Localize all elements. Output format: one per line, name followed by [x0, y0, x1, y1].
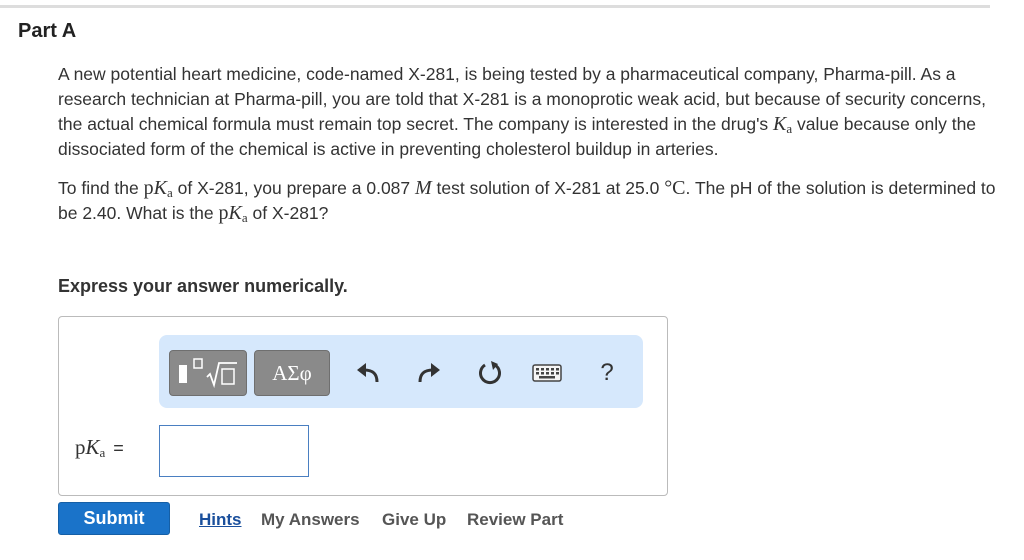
temperature-unit: °C: [664, 177, 686, 199]
answer-instruction: Express your answer numerically.: [58, 276, 348, 296]
undo-button[interactable]: [352, 357, 384, 389]
undo-icon: [357, 363, 379, 383]
part-title: Part A: [18, 20, 77, 42]
templates-icon: [179, 358, 237, 389]
my-answers-link[interactable]: My Answers: [261, 510, 360, 530]
keyboard-button[interactable]: [531, 357, 563, 389]
answer-box: ΑΣφ ? pKa =: [58, 316, 668, 496]
pka-symbol: pKa: [75, 435, 106, 460]
pka-answer-input[interactable]: [159, 425, 309, 477]
problem-statement: A new potential heart medicine, code-nam…: [58, 62, 1008, 240]
redo-icon: [418, 363, 440, 383]
reset-button[interactable]: [474, 357, 506, 389]
hints-link[interactable]: Hints: [199, 510, 242, 530]
submit-button[interactable]: Submit: [58, 502, 170, 535]
redo-button[interactable]: [413, 357, 445, 389]
review-part-link[interactable]: Review Part: [467, 510, 563, 530]
molar-unit: M: [415, 177, 432, 199]
top-divider: [0, 5, 990, 8]
pka-symbol: pKa: [218, 202, 248, 225]
help-button[interactable]: ?: [591, 357, 623, 389]
problem-paragraph-1: A new potential heart medicine, code-nam…: [58, 64, 986, 159]
give-up-link[interactable]: Give Up: [382, 510, 446, 530]
math-toolbar: ΑΣφ ?: [159, 335, 643, 408]
templates-button[interactable]: [169, 350, 247, 396]
answer-label: pKa =: [75, 435, 124, 460]
problem-paragraph-2: To find the pKa of X-281, you prepare a …: [58, 177, 996, 225]
reset-icon: [479, 361, 501, 385]
greek-symbols-button[interactable]: ΑΣφ: [254, 350, 330, 396]
ka-symbol: Ka: [773, 113, 793, 136]
keyboard-icon: [532, 364, 562, 382]
pka-symbol: pKa: [143, 177, 173, 200]
